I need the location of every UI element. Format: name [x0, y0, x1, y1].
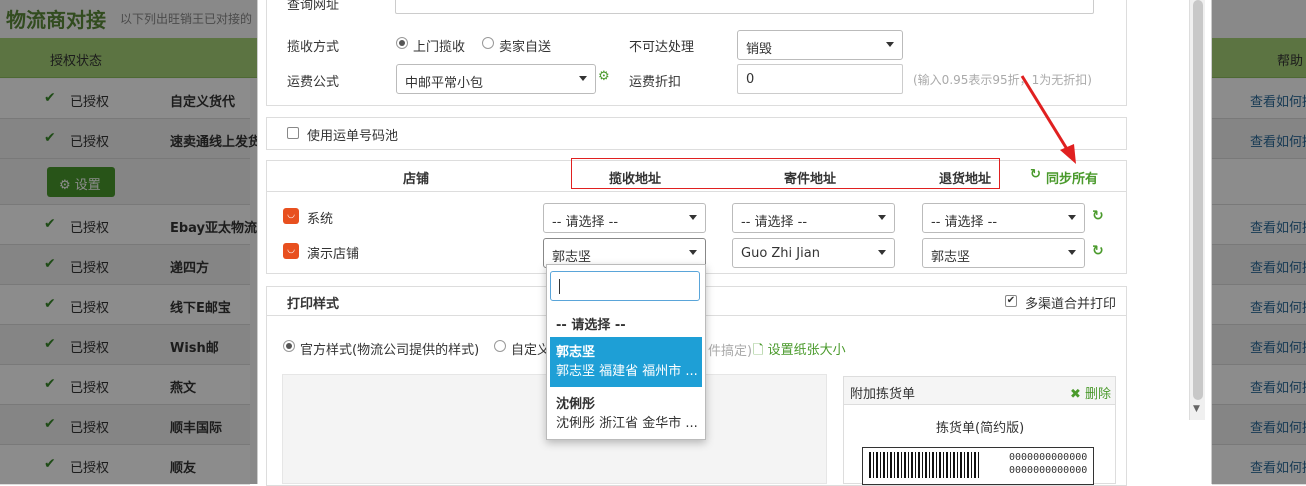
option-name: 郭志坚 [556, 345, 596, 360]
sender-address-select[interactable]: Guo Zhi Jian [732, 238, 895, 268]
select-value: 郭志坚 [552, 250, 592, 265]
paper-size-label: 设置纸张大小 [767, 343, 846, 358]
query-url-label: 查询网址 [287, 0, 340, 13]
select-value: -- 请选择 -- [552, 215, 619, 230]
unreachable-select[interactable]: 销毁 [737, 30, 903, 60]
chevron-down-icon [1068, 215, 1076, 220]
chevron-down-icon [878, 215, 886, 220]
multi-channel-label: 多渠道合并打印 [1025, 297, 1117, 312]
scroll-down-arrow-icon[interactable]: ▼ [1193, 404, 1200, 414]
dropdown-option-placeholder[interactable]: -- 请选择 -- [550, 310, 702, 337]
barcode-image: 0000000000000 0000000000000 [862, 447, 1094, 485]
pick-list-panel: 附加拣货单 ✖ 删除 拣货单(简约版) 0000000000000 000000… [843, 376, 1116, 485]
annotation-arrow [1020, 75, 1076, 164]
freight-discount-label: 运费折扣 [629, 75, 682, 90]
pickup-address-dropdown: -- 请选择 -- 郭志坚 郭志坚 福建省 福州市 ... 沈俐彤 沈俐彤 浙江… [546, 264, 706, 440]
select-value: -- 请选择 -- [931, 215, 998, 230]
sync-all-link[interactable]: 同步所有 [1046, 168, 1098, 187]
shop-name: 演示店铺 [307, 247, 360, 262]
waybill-pool-label: 使用运单号码池 [307, 129, 399, 144]
pick-delete-button[interactable]: ✖ 删除 [1070, 383, 1111, 402]
modal-scrollbar[interactable]: ▼ [1189, 0, 1205, 420]
paper-size-link[interactable]: 🗋 设置纸张大小 [753, 339, 846, 363]
waybill-pool-checkbox[interactable] [287, 127, 299, 139]
select-value: -- 请选择 -- [741, 215, 808, 230]
freight-discount-value: 0 [746, 72, 755, 87]
chevron-down-icon [689, 250, 697, 255]
query-url-input[interactable] [395, 0, 1094, 14]
pick-delete-label: 删除 [1085, 387, 1112, 402]
freight-formula-value: 中邮平常小包 [405, 76, 484, 91]
print-style-title: 打印样式 [287, 297, 340, 312]
sender-address-select[interactable]: -- 请选择 -- [732, 203, 895, 233]
select-value: 郭志坚 [931, 250, 971, 265]
partial-hint: 件搞定) [708, 344, 753, 359]
barcode-bars [869, 452, 979, 478]
style-radio-official[interactable] [283, 340, 295, 352]
pickup-option-self: 卖家自送 [499, 40, 552, 55]
pickup-method-label: 揽收方式 [287, 40, 340, 55]
pick-list-header: 附加拣货单 ✖ 删除 [844, 377, 1115, 405]
pick-doc-title: 拣货单(简约版) [936, 421, 1025, 436]
header-shop: 店铺 [403, 172, 430, 187]
scrollbar-thumb[interactable] [1193, 0, 1203, 400]
refresh-icon[interactable]: ↻ [1092, 208, 1104, 224]
option-detail: 郭志坚 福建省 福州市 ... [556, 364, 698, 379]
select-value: Guo Zhi Jian [741, 246, 820, 261]
unreachable-value: 销毁 [746, 42, 773, 57]
style-option-custom: 自定义 [511, 343, 551, 358]
dropdown-option[interactable]: 郭志坚 郭志坚 福建省 福州市 ... [550, 337, 702, 387]
style-option-official: 官方样式(物流公司提供的样式) [300, 343, 480, 358]
chevron-down-icon [1068, 250, 1076, 255]
gear-icon[interactable]: ⚙ [598, 69, 610, 84]
document-icon: 🗋 [753, 343, 764, 358]
dropdown-search-input[interactable] [550, 271, 700, 301]
pickup-radio-door[interactable] [396, 37, 408, 49]
refresh-icon[interactable]: ↻ [1092, 243, 1104, 259]
return-address-select[interactable]: 郭志坚 [922, 238, 1085, 268]
multi-channel-checkbox[interactable]: ✔ [1005, 295, 1017, 307]
freight-formula-label: 运费公式 [287, 75, 340, 90]
unreachable-label: 不可达处理 [629, 40, 695, 55]
chevron-down-icon [579, 76, 587, 81]
chevron-down-icon [689, 215, 697, 220]
text-cursor [559, 279, 560, 294]
freight-discount-input[interactable]: 0 [737, 64, 903, 94]
pickup-radio-self[interactable] [482, 37, 494, 49]
chevron-down-icon [878, 250, 886, 255]
return-address-select[interactable]: -- 请选择 -- [922, 203, 1085, 233]
option-detail: 沈俐彤 浙江省 金华市 ... [556, 416, 698, 431]
dropdown-option[interactable]: 沈俐彤 沈俐彤 浙江省 金华市 ... [550, 389, 702, 435]
shop-icon: ◡ [283, 208, 299, 224]
pick-list-title: 附加拣货单 [850, 387, 916, 402]
style-radio-custom[interactable] [494, 340, 506, 352]
shop-name: 系统 [307, 212, 334, 227]
barcode-number: 0000000000000 [1009, 465, 1088, 476]
chevron-down-icon [886, 42, 894, 47]
annotation-highlight-box [571, 158, 1000, 189]
freight-formula-select[interactable]: 中邮平常小包 [396, 64, 596, 94]
pickup-address-select[interactable]: -- 请选择 -- [543, 203, 706, 233]
option-name: 沈俐彤 [556, 397, 596, 412]
pickup-option-door: 上门揽收 [413, 40, 466, 55]
shop-icon: ◡ [283, 243, 299, 259]
barcode-number: 0000000000000 [1009, 452, 1088, 463]
close-icon: ✖ [1070, 387, 1081, 402]
